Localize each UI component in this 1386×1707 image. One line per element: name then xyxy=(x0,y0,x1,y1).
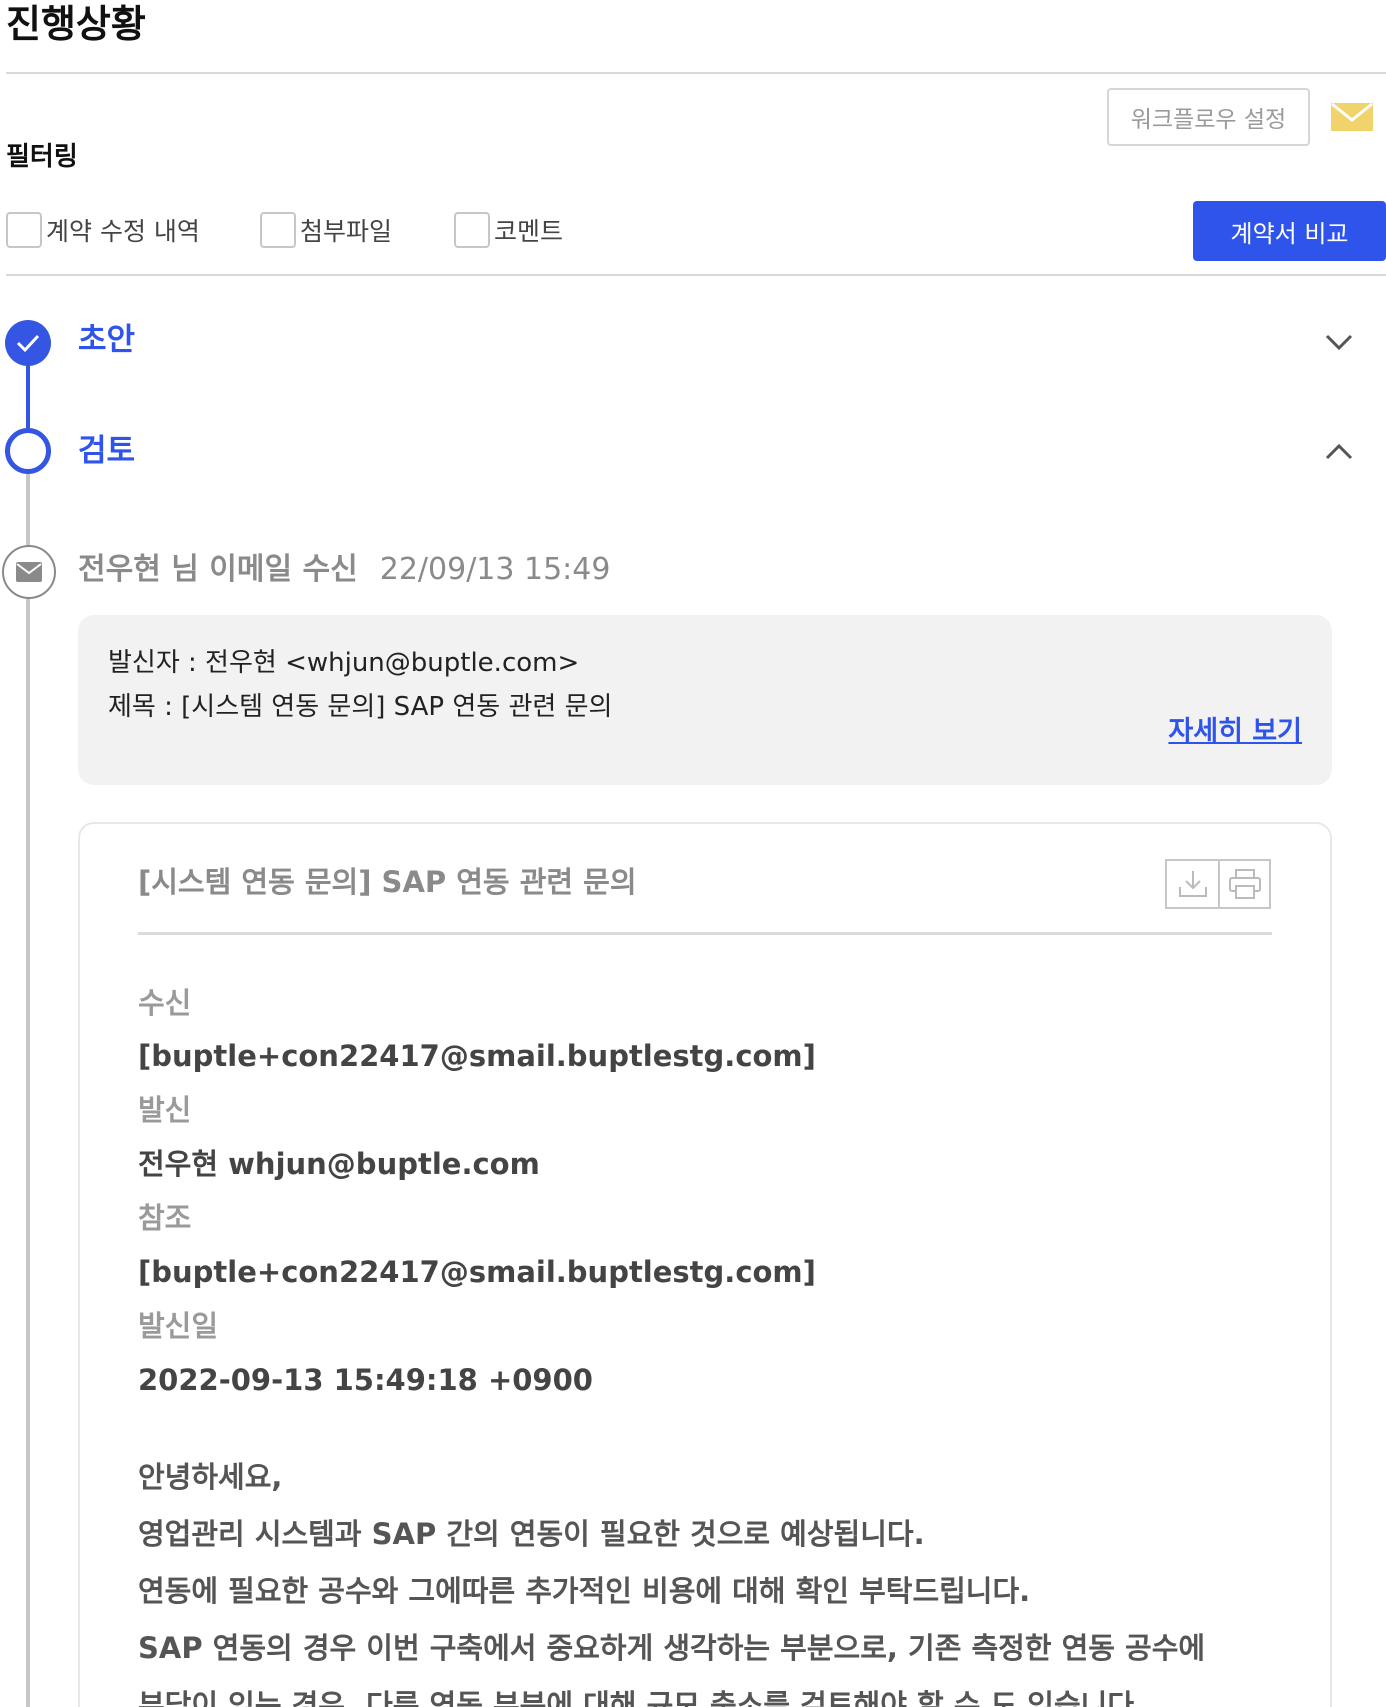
print-button[interactable] xyxy=(1218,861,1269,907)
filter-option-comments[interactable]: 코멘트 xyxy=(454,212,563,248)
mail-tools xyxy=(1165,859,1271,909)
print-icon xyxy=(1228,869,1261,899)
mail-body-line: 안녕하세요, xyxy=(138,1460,283,1494)
mail-body-line: 연동에 필요한 공수와 그에따른 추가적인 비용에 대해 확인 부탁드립니다. xyxy=(138,1574,1031,1608)
checkbox[interactable] xyxy=(260,212,296,248)
event-mail-icon xyxy=(2,545,56,599)
step-label-review[interactable]: 검토 xyxy=(78,431,135,471)
detail-link[interactable]: 자세히 보기 xyxy=(1168,713,1302,751)
page-title: 진행상황 xyxy=(6,2,146,46)
chevron-down-icon[interactable] xyxy=(1322,330,1356,354)
chevron-up-icon[interactable] xyxy=(1322,440,1356,464)
event-line: 전우현 님 이메일 수신 22/09/13 15:49 xyxy=(78,550,610,590)
field-value-date: 2022-09-13 15:49:18 +0900 xyxy=(138,1363,593,1397)
summary-sender: 발신자 : 전우현 <whjun@buptle.com> xyxy=(108,648,580,678)
mail-divider xyxy=(138,932,1272,935)
field-label-date: 발신일 xyxy=(138,1309,219,1343)
field-value-to: [buptle+con22417@smail.buptlestg.com] xyxy=(138,1039,816,1073)
envelope-icon xyxy=(16,562,42,582)
filter-option-attachments[interactable]: 첨부파일 xyxy=(260,212,392,248)
field-value-from: 전우현 whjun@buptle.com xyxy=(138,1147,540,1181)
field-label-cc: 참조 xyxy=(138,1201,192,1235)
mail-body-line: SAP 연동의 경우 이번 구축에서 중요하게 생각하는 부분으로, 기존 측정… xyxy=(138,1631,1206,1665)
workflow-settings-button[interactable]: 워크플로우 설정 xyxy=(1107,88,1310,146)
filter-option-label: 코멘트 xyxy=(494,217,564,246)
field-label-from: 발신 xyxy=(138,1093,192,1127)
mail-button[interactable] xyxy=(1330,100,1374,134)
filter-divider xyxy=(6,274,1386,276)
filter-option-label: 계약 수정 내역 xyxy=(46,217,200,246)
event-time: 22/09/13 15:49 xyxy=(379,552,611,587)
mail-icon xyxy=(1331,102,1373,131)
checkbox[interactable] xyxy=(6,212,42,248)
timeline-line-complete xyxy=(26,360,30,432)
field-value-cc: [buptle+con22417@smail.buptlestg.com] xyxy=(138,1255,816,1289)
mail-subject: [시스템 연동 문의] SAP 연동 관련 문의 xyxy=(138,865,637,899)
email-summary: 발신자 : 전우현 <whjun@buptle.com> 제목 : [시스템 연… xyxy=(78,615,1332,785)
top-divider xyxy=(6,72,1386,74)
check-icon xyxy=(16,334,40,353)
summary-subject: 제목 : [시스템 연동 문의] SAP 연동 관련 문의 xyxy=(108,692,613,722)
step-done-icon xyxy=(5,320,51,366)
field-label-to: 수신 xyxy=(138,986,192,1020)
timeline-line xyxy=(26,472,30,1707)
download-button[interactable] xyxy=(1167,861,1218,907)
email-detail-card: [시스템 연동 문의] SAP 연동 관련 문의 수신 [buptle+con2… xyxy=(78,822,1332,1707)
mail-body-line: 영업관리 시스템과 SAP 간의 연동이 필요한 것으로 예상됩니다. xyxy=(138,1517,925,1551)
checkbox[interactable] xyxy=(454,212,490,248)
mail-body-line: 부담이 있는 경우, 다른 연동 부분에 대해 규모 축소를 검토해야 할 수 … xyxy=(138,1688,1146,1707)
event-title: 전우현 님 이메일 수신 xyxy=(78,552,358,587)
download-icon xyxy=(1178,871,1207,897)
step-label-draft[interactable]: 초안 xyxy=(78,320,135,360)
filter-option-contract-edits[interactable]: 계약 수정 내역 xyxy=(6,212,200,248)
filter-option-label: 첨부파일 xyxy=(300,217,393,246)
compare-contract-button[interactable]: 계약서 비교 xyxy=(1193,201,1386,261)
step-current-icon xyxy=(5,428,51,474)
filter-title: 필터링 xyxy=(6,142,78,172)
